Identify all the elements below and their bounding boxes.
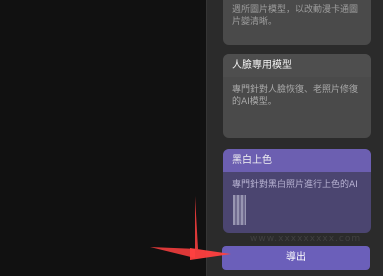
model-card-anime-desc: 週所圖片模型，以改動漫卡通圖片變清晰。 — [232, 5, 359, 27]
model-card-face-title: 人臉專用模型 — [223, 54, 371, 77]
mouse-cursor — [233, 195, 246, 225]
model-card-face-desc: 專門針對人臉恢復、老照片修復的AI模型。 — [232, 85, 359, 107]
watermark: www.xxxxxxxxx.com — [250, 234, 362, 244]
model-card-colorize-desc: 專門針對黑白照片進行上色的AI — [232, 180, 358, 190]
export-button[interactable]: 導出 — [222, 246, 370, 270]
model-card-anime[interactable]: 週所圖片模型，以改動漫卡通圖片變清晰。 — [223, 0, 371, 45]
app-window: 週所圖片模型，以改動漫卡通圖片變清晰。 人臉專用模型 專門針對人臉恢復、老照片修… — [0, 0, 383, 276]
model-card-face[interactable]: 人臉專用模型 專門針對人臉恢復、老照片修復的AI模型。 — [223, 54, 371, 138]
model-card-colorize-title: 黑白上色 — [223, 149, 371, 172]
